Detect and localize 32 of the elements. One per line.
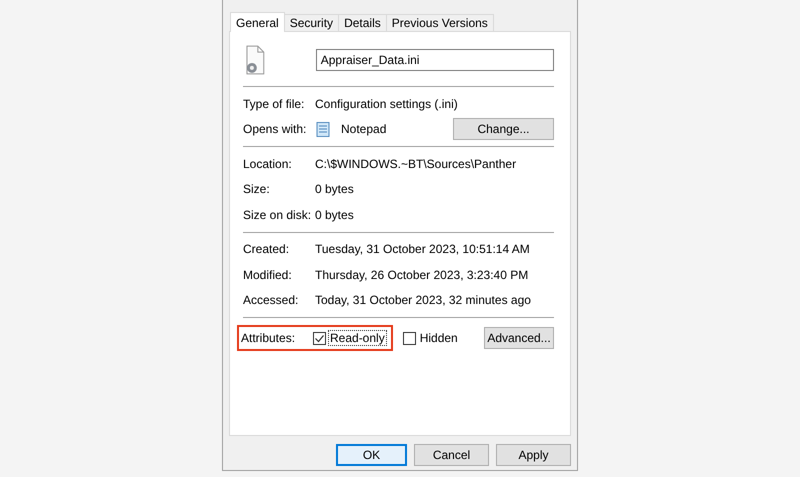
field-label: Size on disk:: [243, 208, 312, 222]
checkbox-label[interactable]: Hidden: [418, 330, 460, 346]
dialog-button[interactable]: Apply: [496, 444, 571, 466]
change-button[interactable]: Change...: [453, 118, 554, 140]
dialog-button[interactable]: Cancel: [414, 444, 489, 466]
field-value: Tuesday, 31 October 2023, 10:51:14 AM: [315, 242, 530, 256]
field-label: Modified:: [243, 268, 293, 282]
field-label: Created:: [243, 242, 290, 256]
checkbox[interactable]: [402, 332, 416, 344]
notepad-icon: [315, 121, 331, 138]
field-value: Thursday, 26 October 2023, 3:23:40 PM: [315, 268, 528, 282]
checkbox[interactable]: [313, 332, 326, 344]
field-value: Today, 31 October 2023, 32 minutes ago: [315, 293, 531, 308]
field-label: Type of file:: [243, 96, 306, 111]
dialog-button[interactable]: OK: [336, 444, 407, 466]
checkbox-label[interactable]: Read-only: [328, 330, 387, 346]
tab[interactable]: General: [230, 12, 285, 32]
field-label: Location:: [243, 156, 293, 171]
field-value: 0 bytes: [315, 182, 354, 196]
tab[interactable]: Security: [284, 14, 340, 31]
field-label: Attributes:: [241, 331, 296, 345]
field-value: Configuration settings (.ini): [315, 96, 458, 111]
field-label: Size:: [243, 182, 271, 196]
advanced-button[interactable]: Advanced...: [484, 327, 554, 349]
field-value: Notepad: [341, 122, 386, 136]
settings-file-icon: [244, 45, 266, 75]
file-name-field[interactable]: Appraiser_Data.ini: [316, 49, 554, 71]
field-label: Opens with:: [243, 122, 308, 136]
field-value: C:\$WINDOWS.~BT\Sources\Panther: [315, 156, 516, 171]
field-value: 0 bytes: [315, 208, 354, 222]
tab[interactable]: Previous Versions: [386, 14, 494, 31]
field-label: Accessed:: [243, 293, 300, 308]
